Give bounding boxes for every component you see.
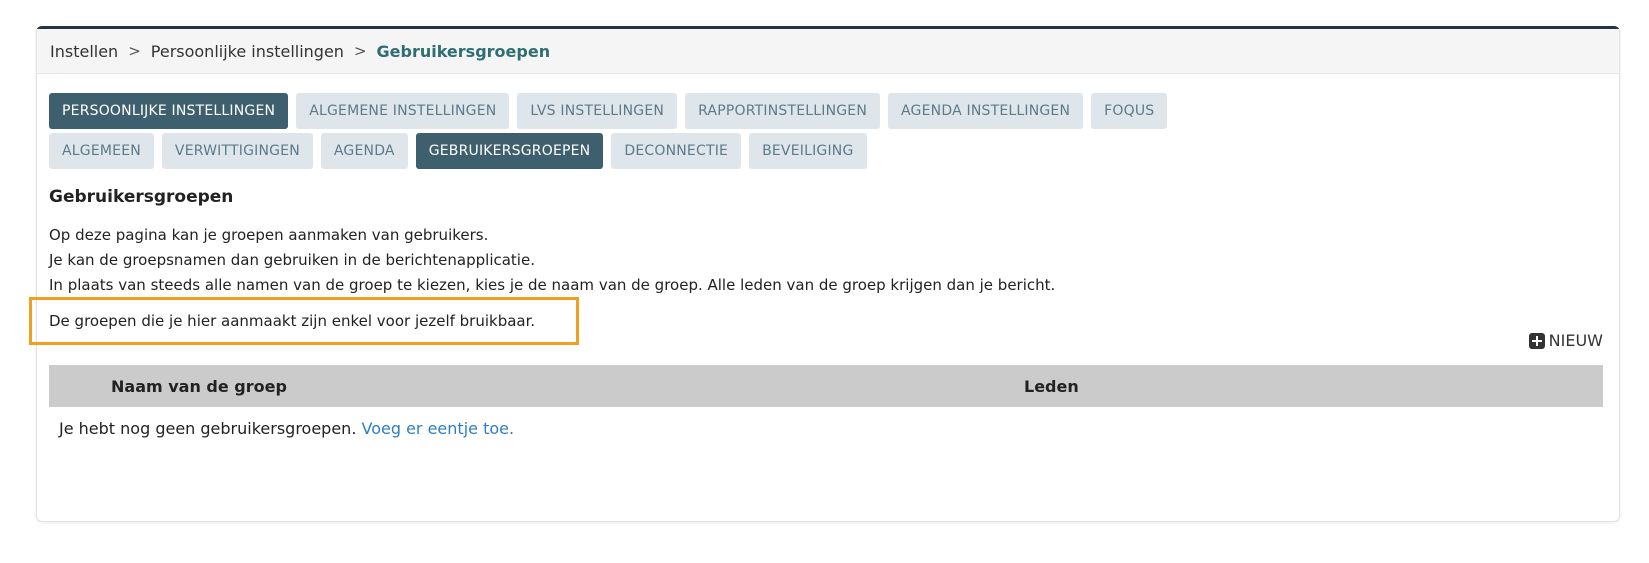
groups-table-header: Naam van de groep Leden bbox=[49, 365, 1603, 407]
description-line: Op deze pagina kan je groepen aanmaken v… bbox=[49, 226, 489, 244]
description-line: In plaats van steeds alle namen van de g… bbox=[49, 276, 1056, 294]
empty-state-row: Je hebt nog geen gebruikersgroepen. Voeg… bbox=[59, 419, 514, 438]
tab-algemeen[interactable]: ALGEMEEN bbox=[49, 133, 154, 169]
tab-foqus[interactable]: FOQUS bbox=[1091, 93, 1168, 129]
tab-lvs-instellingen[interactable]: LVS INSTELLINGEN bbox=[517, 93, 678, 129]
breadcrumb: Instellen > Persoonlijke instellingen > … bbox=[37, 29, 1619, 74]
column-header-group-name[interactable]: Naam van de groep bbox=[111, 377, 287, 396]
breadcrumb-separator: > bbox=[128, 42, 141, 60]
breadcrumb-separator: > bbox=[353, 42, 367, 60]
tab-persoonlijke-instellingen[interactable]: PERSOONLIJKE INSTELLINGEN bbox=[49, 93, 289, 129]
new-group-label: NIEUW bbox=[1548, 331, 1603, 350]
page-description: Op deze pagina kan je groepen aanmaken v… bbox=[49, 223, 1055, 298]
column-header-members[interactable]: Leden bbox=[1024, 377, 1079, 396]
breadcrumb-persoonlijke-instellingen[interactable]: Persoonlijke instellingen bbox=[151, 42, 344, 61]
notice-text: De groepen die je hier aanmaakt zijn enk… bbox=[49, 312, 536, 330]
tab-gebruikersgroepen[interactable]: GEBRUIKERSGROEPEN bbox=[415, 133, 604, 169]
secondary-tabs: ALGEMEEN VERWITTIGINGEN AGENDA GEBRUIKER… bbox=[49, 133, 867, 169]
settings-panel: Instellen > Persoonlijke instellingen > … bbox=[29, 26, 1620, 522]
add-group-link[interactable]: Voeg er eentje toe. bbox=[362, 419, 515, 438]
breadcrumb-instellen[interactable]: Instellen bbox=[50, 42, 118, 61]
tab-agenda[interactable]: AGENDA bbox=[320, 133, 408, 169]
page-title: Gebruikersgroepen bbox=[49, 187, 234, 207]
private-groups-notice: De groepen die je hier aanmaakt zijn enk… bbox=[29, 297, 579, 345]
tab-beveiliging[interactable]: BEVEILIGING bbox=[749, 133, 867, 169]
tab-rapportinstellingen[interactable]: RAPPORTINSTELLINGEN bbox=[685, 93, 881, 129]
tab-verwittigingen[interactable]: VERWITTIGINGEN bbox=[161, 133, 313, 169]
primary-tabs: PERSOONLIJKE INSTELLINGEN ALGEMENE INSTE… bbox=[49, 93, 1168, 129]
breadcrumb-current: Gebruikersgroepen bbox=[376, 41, 551, 61]
tab-algemene-instellingen[interactable]: ALGEMENE INSTELLINGEN bbox=[296, 93, 510, 129]
tab-deconnectie[interactable]: DECONNECTIE bbox=[611, 133, 742, 169]
new-group-button[interactable]: NIEUW bbox=[1528, 331, 1603, 350]
plus-square-icon bbox=[1528, 332, 1545, 349]
empty-state-text: Je hebt nog geen gebruikersgroepen. bbox=[59, 419, 357, 438]
tab-agenda-instellingen[interactable]: AGENDA INSTELLINGEN bbox=[888, 93, 1084, 129]
description-line: Je kan de groepsnamen dan gebruiken in d… bbox=[49, 251, 535, 269]
